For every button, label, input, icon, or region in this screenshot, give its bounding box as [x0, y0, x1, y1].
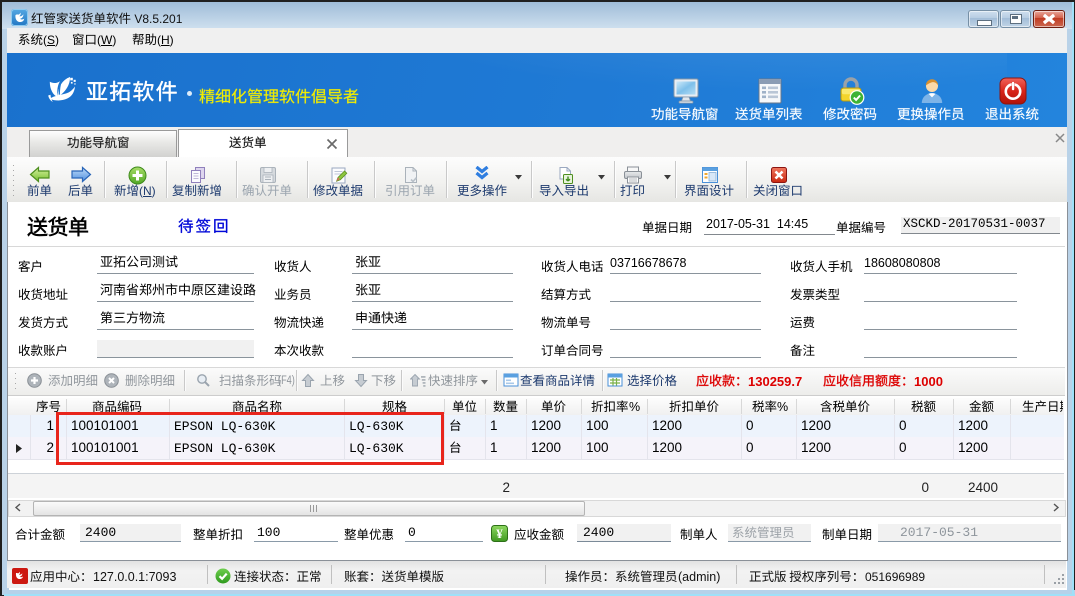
svg-text:¥: ¥	[496, 526, 503, 541]
